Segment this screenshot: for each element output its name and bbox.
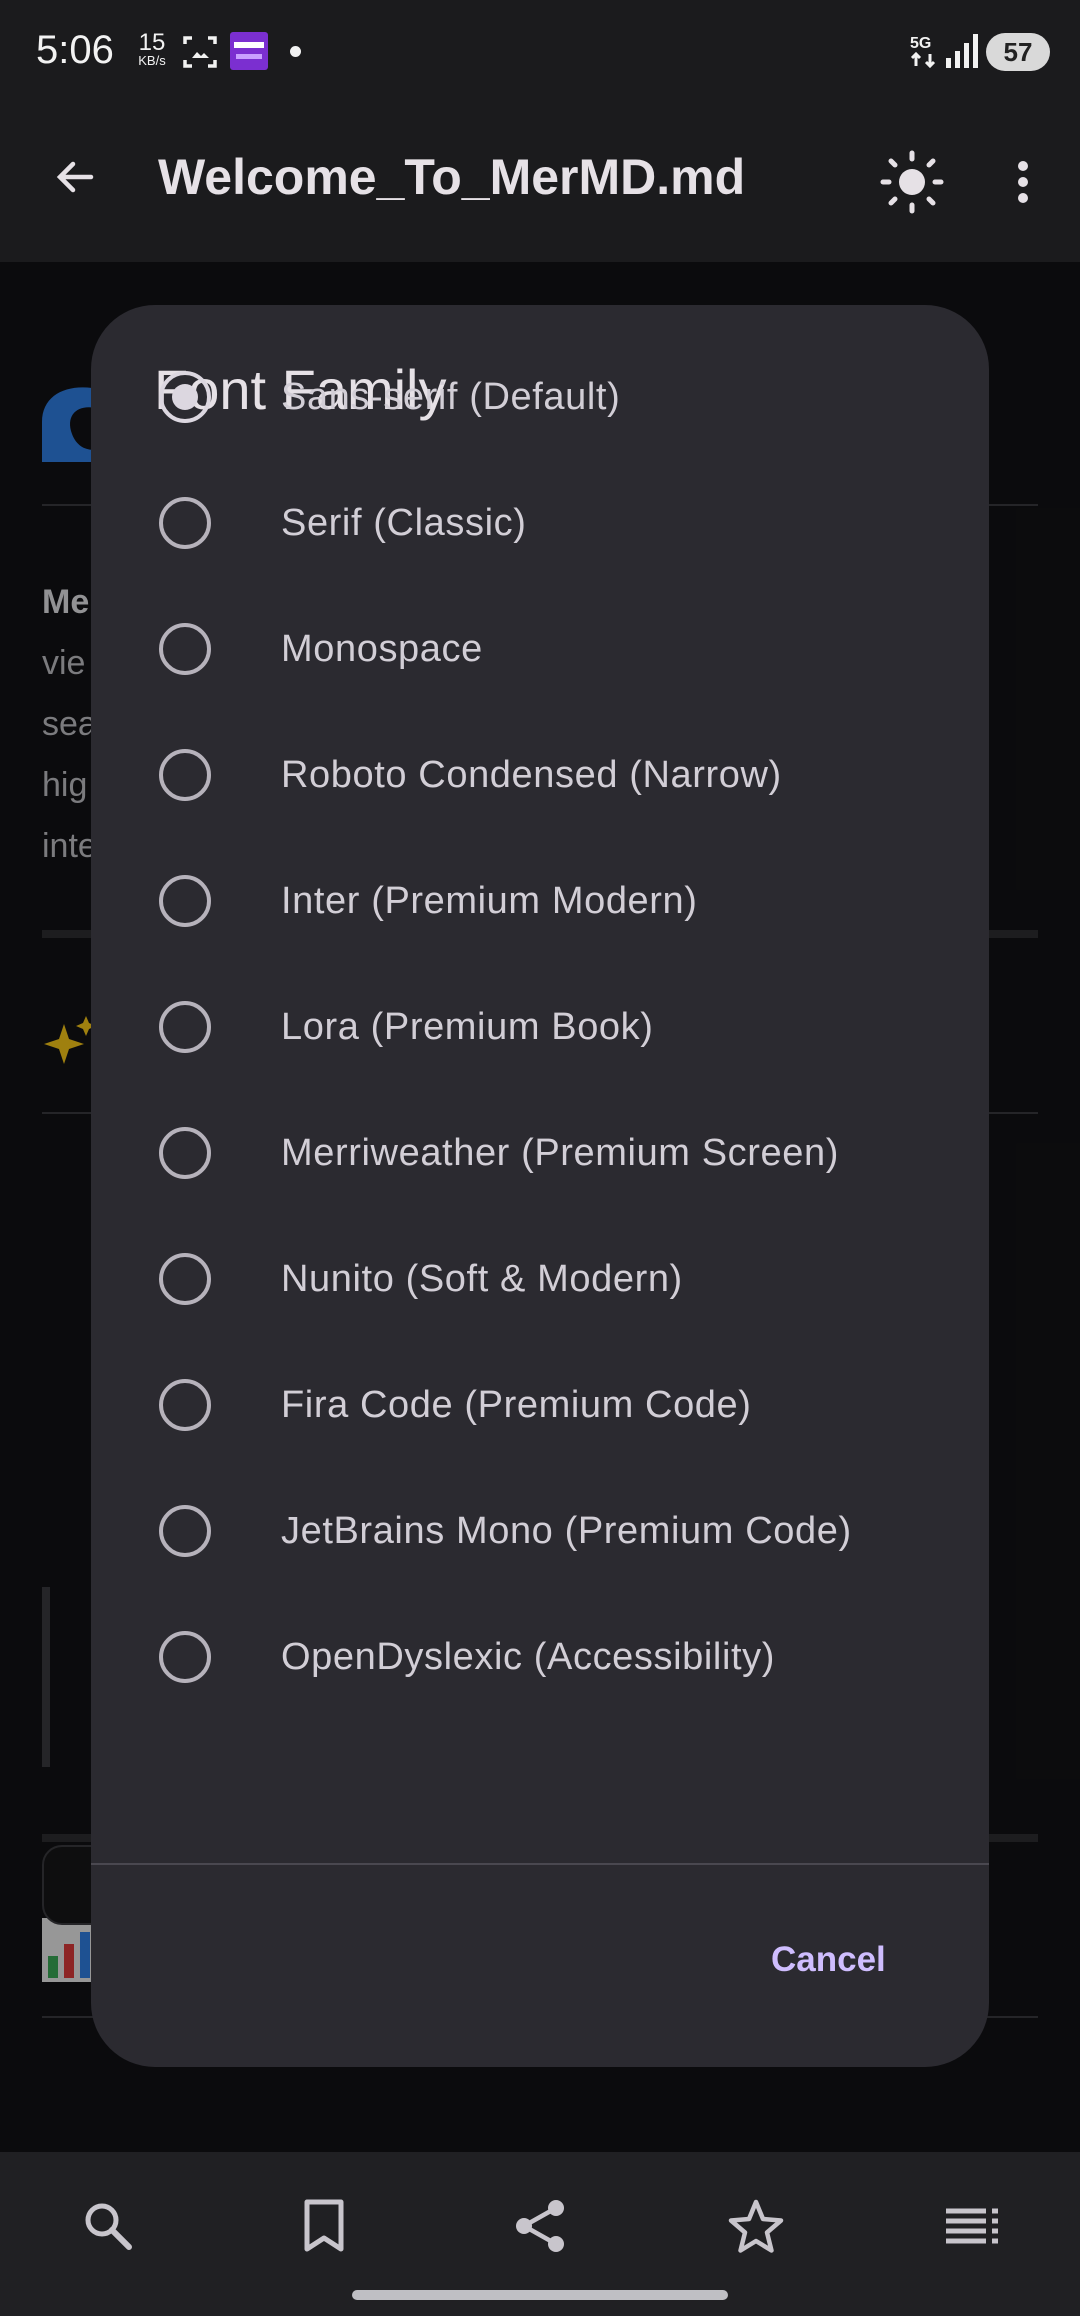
dialog-divider xyxy=(91,1863,989,1865)
font-option-roboto-condensed[interactable]: Roboto Condensed (Narrow) xyxy=(91,712,989,838)
font-option-label: Lora (Premium Book) xyxy=(281,1006,654,1048)
font-option-serif[interactable]: Serif (Classic) xyxy=(91,460,989,586)
font-option-label: Inter (Premium Modern) xyxy=(281,880,698,922)
font-option-nunito[interactable]: Nunito (Soft & Modern) xyxy=(91,1216,989,1342)
network-speed-value: 15 xyxy=(138,29,166,56)
radio-unselected-icon[interactable] xyxy=(159,1631,211,1683)
font-family-dialog: Font Family Sans-serif (Default) Serif (… xyxy=(91,305,989,2067)
bookmark-icon[interactable] xyxy=(284,2186,364,2266)
radio-unselected-icon[interactable] xyxy=(159,875,211,927)
font-option-jetbrains-mono[interactable]: JetBrains Mono (Premium Code) xyxy=(91,1468,989,1594)
font-option-label: Sans-serif (Default) xyxy=(281,376,621,418)
font-option-label: Fira Code (Premium Code) xyxy=(281,1384,752,1426)
font-option-sans-serif[interactable]: Sans-serif (Default) xyxy=(91,334,989,460)
font-option-fira-code[interactable]: Fira Code (Premium Code) xyxy=(91,1342,989,1468)
radio-selected-icon[interactable] xyxy=(159,371,211,423)
font-option-monospace[interactable]: Monospace xyxy=(91,586,989,712)
font-option-label: JetBrains Mono (Premium Code) xyxy=(281,1510,852,1552)
more-vert-icon[interactable] xyxy=(988,142,1058,222)
status-bar: 5:06 15 KB/s 5G 57 xyxy=(0,0,1080,100)
font-option-lora[interactable]: Lora (Premium Book) xyxy=(91,964,989,1090)
gesture-nav-bar[interactable] xyxy=(352,2290,728,2300)
font-option-opendyslexic[interactable]: OpenDyslexic (Accessibility) xyxy=(91,1594,989,1720)
font-option-label: Serif (Classic) xyxy=(281,502,527,544)
notification-dot-icon xyxy=(290,46,301,57)
star-icon[interactable] xyxy=(716,2186,796,2266)
network-speed-unit: KB/s xyxy=(138,53,166,68)
radio-unselected-icon[interactable] xyxy=(159,1505,211,1557)
toc-list-icon[interactable] xyxy=(932,2186,1012,2266)
font-option-label: Merriweather (Premium Screen) xyxy=(281,1132,839,1174)
radio-unselected-icon[interactable] xyxy=(159,1379,211,1431)
5g-icon: 5G xyxy=(908,32,942,75)
svg-text:5G: 5G xyxy=(910,35,931,52)
font-option-merriweather[interactable]: Merriweather (Premium Screen) xyxy=(91,1090,989,1216)
network-speed: 15 KB/s xyxy=(132,29,172,68)
radio-unselected-icon[interactable] xyxy=(159,1127,211,1179)
brightness-icon[interactable] xyxy=(872,142,952,222)
share-icon[interactable] xyxy=(500,2186,580,2266)
font-option-label: Nunito (Soft & Modern) xyxy=(281,1258,683,1300)
radio-unselected-icon[interactable] xyxy=(159,1001,211,1053)
radio-unselected-icon[interactable] xyxy=(159,623,211,675)
signal-icon xyxy=(946,34,978,73)
status-time: 5:06 xyxy=(36,28,114,72)
radio-unselected-icon[interactable] xyxy=(159,749,211,801)
cancel-button[interactable]: Cancel xyxy=(771,1940,886,2000)
times-prime-app-icon xyxy=(230,32,268,75)
screenshot-icon xyxy=(182,34,218,75)
back-arrow-icon[interactable] xyxy=(40,142,110,212)
search-icon[interactable] xyxy=(68,2186,148,2266)
font-option-label: Monospace xyxy=(281,628,483,670)
radio-unselected-icon[interactable] xyxy=(159,497,211,549)
font-option-label: Roboto Condensed (Narrow) xyxy=(281,754,782,796)
font-option-inter[interactable]: Inter (Premium Modern) xyxy=(91,838,989,964)
radio-unselected-icon[interactable] xyxy=(159,1253,211,1305)
font-option-label: OpenDyslexic (Accessibility) xyxy=(281,1636,776,1678)
battery-icon: 57 xyxy=(986,33,1050,71)
app-bar: Welcome_To_MerMD.md xyxy=(0,100,1080,262)
page-title: Welcome_To_MerMD.md xyxy=(158,149,746,205)
